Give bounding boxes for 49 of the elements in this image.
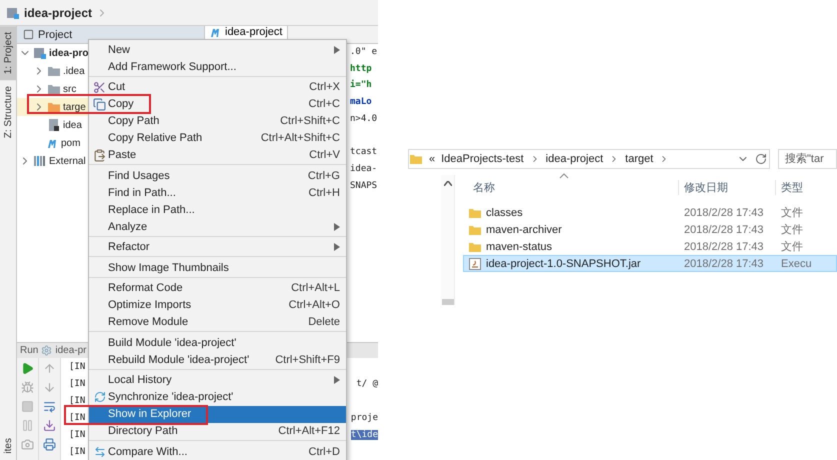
file-name: idea-project-1.0-SNAPSHOT.jar (486, 258, 641, 270)
console-line: [IN (69, 378, 86, 388)
shortcut-label: Ctrl+Alt+O (288, 299, 340, 311)
file-type: Execu (780, 258, 813, 270)
run-config-label: idea-pr (55, 345, 86, 356)
code-line: maLo (350, 97, 373, 110)
shortcut-label: Ctrl+Shift+C (280, 115, 340, 127)
tree-label: src (63, 84, 76, 94)
shortcut-label: Ctrl+G (308, 170, 340, 182)
console-line: [IN (69, 446, 86, 456)
file-name: maven-archiver (486, 224, 562, 236)
console-line: proje (350, 412, 378, 422)
code-line: i="h (350, 80, 373, 92)
console-line: [IN (69, 412, 86, 422)
tree-label: idea (63, 120, 82, 130)
code-line: .0" e (350, 47, 378, 59)
tree-label: targe (63, 102, 86, 112)
shortcut-label: Ctrl+C (308, 98, 340, 110)
console-line: [IN (69, 430, 86, 440)
console-line: [IN (69, 396, 86, 406)
console-line: [IN (69, 362, 86, 372)
shortcut-label: Ctrl+Alt+Shift+C (260, 132, 340, 144)
tree-label: idea-pro (49, 48, 88, 58)
file-type: 文件 (780, 206, 804, 220)
tree-label: pom (61, 138, 80, 148)
code-line: idea- (350, 164, 378, 176)
shortcut-label: Ctrl+H (308, 186, 340, 198)
tree-label: .idea (63, 66, 85, 76)
file-date: 2018/2/28 17:43 (683, 224, 765, 236)
shortcut-label: Ctrl+D (308, 446, 340, 458)
file-date: 2018/2/28 17:43 (683, 206, 765, 218)
tree-label: External (49, 156, 86, 166)
shortcut-label: Ctrl+Alt+L (291, 282, 340, 294)
file-date: 2018/2/28 17:43 (683, 240, 765, 252)
code-line: SNAPS (350, 180, 378, 192)
code-line: n>4.0 (350, 114, 378, 126)
file-type: 文件 (780, 240, 804, 254)
shortcut-label: Ctrl+X (309, 81, 340, 93)
shortcut-label: Delete (308, 316, 340, 328)
code-line: http (350, 64, 373, 76)
code-line: tcast (350, 147, 378, 160)
file-name: maven-status (486, 240, 552, 252)
shortcut-label: Ctrl+Alt+F12 (278, 425, 340, 437)
file-date: 2018/2/28 17:43 (683, 258, 765, 270)
shortcut-label: Ctrl+V (309, 149, 340, 161)
console-line: t/ @ (356, 378, 378, 388)
file-type: 文件 (780, 222, 804, 237)
file-name: classes (486, 206, 523, 218)
shortcut-label: Ctrl+Shift+F9 (275, 354, 340, 366)
